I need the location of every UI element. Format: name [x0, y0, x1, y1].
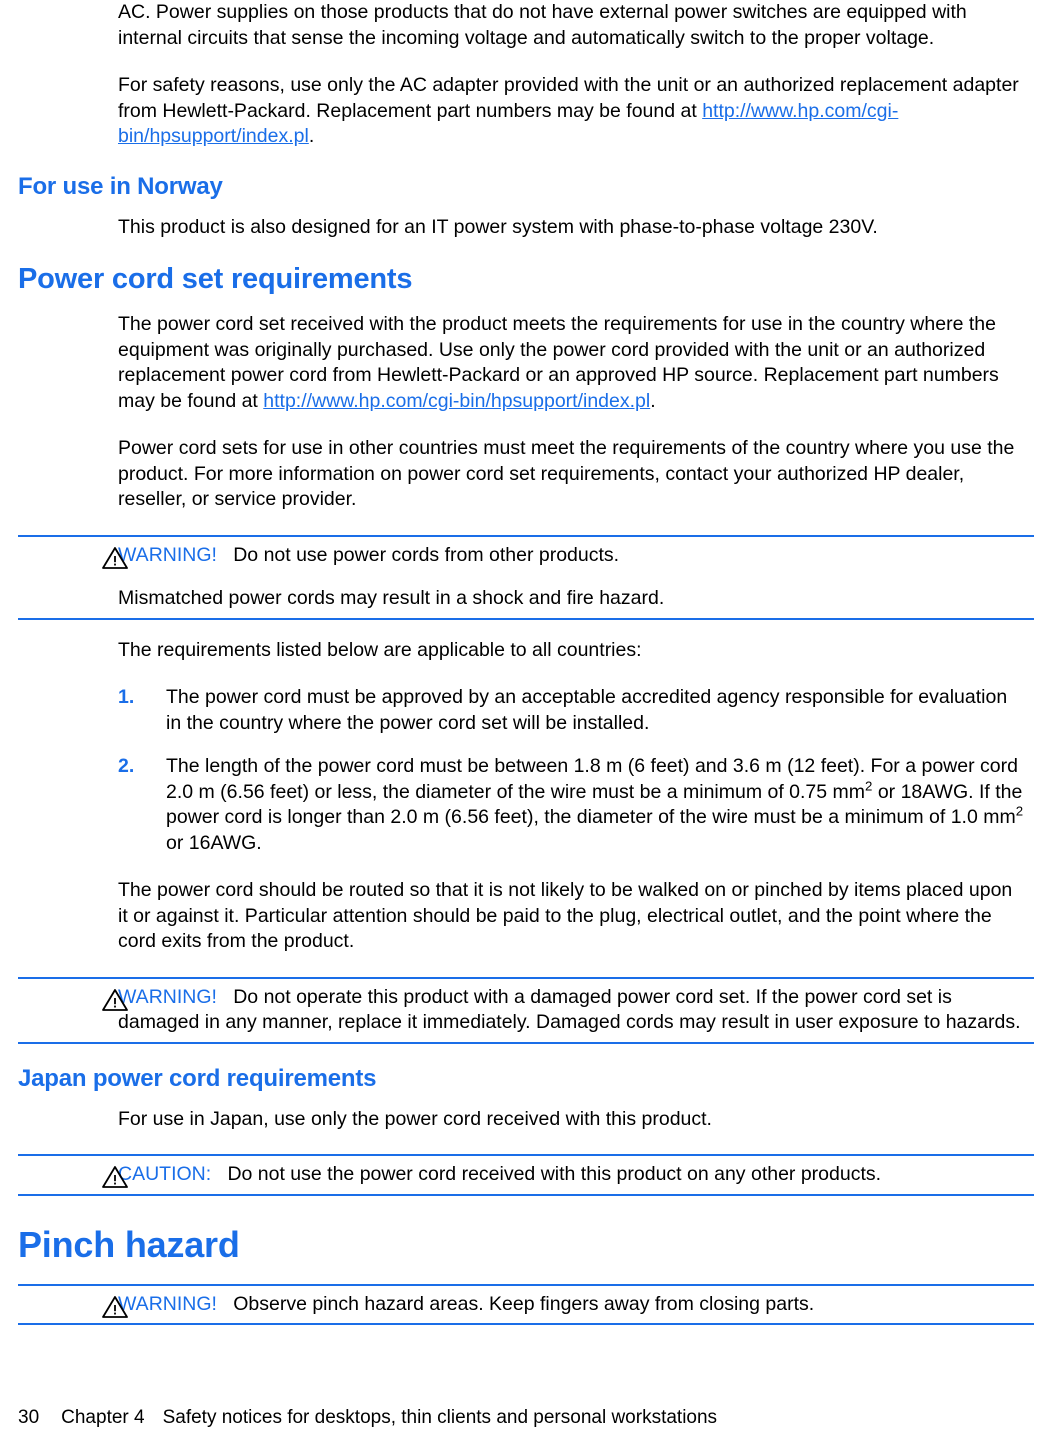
warning-first-line: WARNING! Do not use power cords from oth…: [118, 543, 1024, 569]
list-item: 2. The length of the power cord must be …: [118, 754, 1024, 856]
warning-label: WARNING!: [118, 543, 217, 566]
paragraph-japan-use-only: For use in Japan, use only the power cor…: [118, 1107, 712, 1130]
warning-first-line: WARNING! Observe pinch hazard areas. Kee…: [118, 1292, 1024, 1318]
warning-text: Do not operate this product with a damag…: [118, 985, 1021, 1034]
warning-triangle-icon: [102, 1295, 128, 1318]
footer-chapter: Chapter 4: [61, 1407, 145, 1428]
warning-text: Observe pinch hazard areas. Keep fingers…: [233, 1292, 815, 1315]
list-item-text-part3: or 16AWG.: [166, 831, 262, 854]
list-item: 1. The power cord must be approved by an…: [118, 685, 1024, 736]
heading-pinch-hazard: Pinch hazard: [18, 1223, 240, 1265]
hp-support-link-2[interactable]: http://www.hp.com/cgi-bin/hpsupport/inde…: [263, 390, 650, 412]
superscript-square-2: 2: [1015, 803, 1024, 819]
list-item-number: 1.: [118, 686, 135, 708]
heading-japan-power-cord-requirements: Japan power cord requirements: [18, 1064, 377, 1092]
heading-power-cord-set-requirements: Power cord set requirements: [18, 263, 413, 295]
warning-first-line: WARNING! Do not operate this product wit…: [118, 985, 1024, 1036]
caution-triangle-icon: [102, 1166, 128, 1188]
paragraph-requirements-applicable: The requirements listed below are applic…: [118, 638, 642, 661]
footer-page-number: 30: [18, 1407, 40, 1428]
warning-label: WARNING!: [118, 985, 217, 1008]
caution-label: CAUTION:: [118, 1163, 212, 1185]
power-cord-requirements-list: 1. The power cord must be approved by an…: [18, 685, 1034, 856]
warning-second-paragraph: Mismatched power cords may result in a s…: [118, 587, 665, 609]
paragraph-power-cord-set-received: The power cord set received with the pro…: [18, 312, 1034, 414]
footer-title: Safety notices for desktops, thin client…: [162, 1407, 718, 1428]
warning-block-pinch-hazard: WARNING! Observe pinch hazard areas. Kee…: [18, 1283, 1034, 1325]
warning-triangle-icon: [102, 546, 128, 569]
paragraph-ac-power-supplies: AC. Power supplies on those products tha…: [118, 1, 967, 49]
paragraph-safety-text-after-link: .: [308, 125, 315, 147]
page-footer: 30 Chapter 4 Safety notices for desktops, …: [18, 1406, 717, 1430]
warning-block-do-not-use-other-cords: WARNING! Do not use power cords from oth…: [18, 534, 1034, 620]
document-page: AC. Power supplies on those products tha…: [0, 0, 1052, 1444]
list-item-text: The length of the power cord must be bet…: [166, 754, 1024, 856]
paragraph-norway-it-power-system: This product is also designed for an IT …: [118, 215, 878, 238]
warning-block-damaged-power-cord: WARNING! Do not operate this product wit…: [18, 976, 1034, 1044]
heading-for-use-in-norway: For use in Norway: [18, 172, 223, 200]
paragraph-power-cord-routing: The power cord should be routed so that …: [118, 879, 1013, 952]
list-item-text: The power cord must be approved by an ac…: [166, 686, 1008, 734]
caution-first-line: CAUTION: Do not use the power cord recei…: [118, 1162, 1024, 1188]
warning-text: Do not use power cords from other produc…: [233, 543, 620, 566]
warning-label: WARNING!: [118, 1292, 217, 1315]
warning-triangle-icon: [102, 988, 128, 1011]
caution-block-japan-power-cord: CAUTION: Do not use the power cord recei…: [18, 1154, 1034, 1196]
paragraph-power-cord-text-after-link: .: [650, 389, 656, 412]
caution-text: Do not use the power cord received with …: [227, 1163, 882, 1185]
paragraph-safety-reasons: For safety reasons, use only the AC adap…: [18, 73, 1034, 150]
paragraph-power-cord-other-countries: Power cord sets for use in other countri…: [118, 437, 1015, 510]
list-item-number: 2.: [118, 755, 135, 777]
